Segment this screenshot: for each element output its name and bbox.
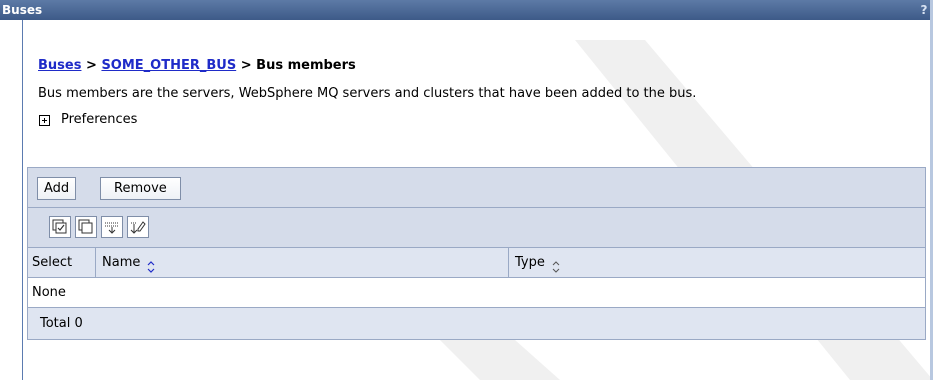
column-header-name[interactable]: Name: [96, 248, 509, 277]
column-label[interactable]: Type: [515, 248, 545, 277]
table-header-row: Select Name Type: [28, 248, 925, 278]
total-count: Total 0: [40, 316, 83, 331]
show-filter-icon[interactable]: [101, 216, 123, 238]
collection-table: Add Remove Select Name Type None Total 0: [27, 167, 926, 340]
column-label: Select: [32, 255, 73, 270]
column-label[interactable]: Name: [102, 248, 140, 277]
sort-icon[interactable]: [551, 256, 561, 273]
page-description: Bus members are the servers, WebSphere M…: [38, 86, 697, 101]
add-button[interactable]: Add: [37, 177, 77, 200]
icon-toolbar: [28, 208, 925, 248]
table-row-empty: None: [28, 278, 925, 308]
remove-button[interactable]: Remove: [100, 177, 181, 200]
breadcrumb-current: Bus members: [256, 58, 356, 73]
preferences-label[interactable]: Preferences: [61, 111, 137, 129]
breadcrumb-link-buses[interactable]: Buses: [38, 58, 81, 73]
sort-icon[interactable]: [146, 256, 156, 273]
breadcrumb: Buses > SOME_OTHER_BUS > Bus members: [38, 56, 918, 76]
column-header-type[interactable]: Type: [509, 248, 925, 277]
main-content: Buses > SOME_OTHER_BUS > Bus members Bus…: [38, 56, 918, 129]
title-bar: Buses ?: [0, 0, 933, 20]
empty-message: None: [32, 285, 66, 300]
expand-icon[interactable]: [39, 114, 50, 126]
deselect-all-icon[interactable]: [75, 216, 97, 238]
button-bar: Add Remove: [28, 168, 925, 208]
breadcrumb-link-bus[interactable]: SOME_OTHER_BUS: [101, 58, 236, 73]
select-all-icon[interactable]: [49, 216, 71, 238]
column-header-select: Select: [28, 248, 96, 277]
clear-filter-icon[interactable]: [127, 216, 149, 238]
help-icon[interactable]: ?: [919, 3, 929, 17]
breadcrumb-separator: >: [86, 58, 97, 73]
window-title: Buses: [2, 3, 43, 17]
left-border: [22, 20, 23, 380]
preferences-toggle[interactable]: Preferences: [38, 111, 918, 129]
table-footer-row: Total 0: [28, 308, 925, 339]
breadcrumb-separator: >: [240, 58, 252, 73]
